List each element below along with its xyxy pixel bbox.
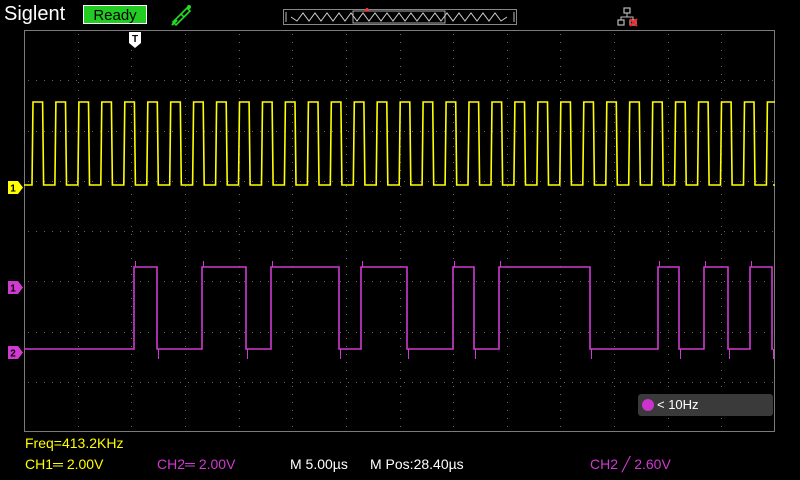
probe-icon[interactable] [169,4,193,26]
ch2-marker-label: 2 [10,349,16,360]
math-level-marker[interactable]: 1 [8,281,24,294]
ch1-marker-label: 1 [10,184,16,195]
math-marker-label: 1 [10,284,16,295]
ch1-scale-readout[interactable]: CH1═ 2.00V [25,456,103,472]
network-icon[interactable] [615,6,639,28]
horizontal-position-readout[interactable]: M Pos:28.40µs [370,456,464,472]
counter-icon [642,399,654,411]
oscilloscope-screen: Siglent Ready T 1 1 2 < 10Hz Freq=413.2K… [0,0,800,480]
brand-label: Siglent [4,3,66,25]
run-status-badge[interactable]: Ready [83,5,147,24]
counter-value: < 10Hz [657,397,699,412]
waveform-graticule [24,30,775,432]
timebase-readout[interactable]: M 5.00µs [290,456,348,472]
ch2-level-marker[interactable]: 2 [8,346,24,359]
trigger-position-marker[interactable]: T [128,31,142,49]
frequency-counter-box[interactable]: < 10Hz [638,394,773,416]
trigger-marker-label: T [132,34,138,45]
ch2-scale-readout[interactable]: CH2═ 2.00V [157,456,235,472]
ch1-level-marker[interactable]: 1 [8,181,24,194]
memory-depth-icon [283,8,517,25]
trigger-readout[interactable]: CH2 ╱ 2.60V [590,456,671,473]
frequency-readout: Freq=413.2KHz [25,435,124,451]
